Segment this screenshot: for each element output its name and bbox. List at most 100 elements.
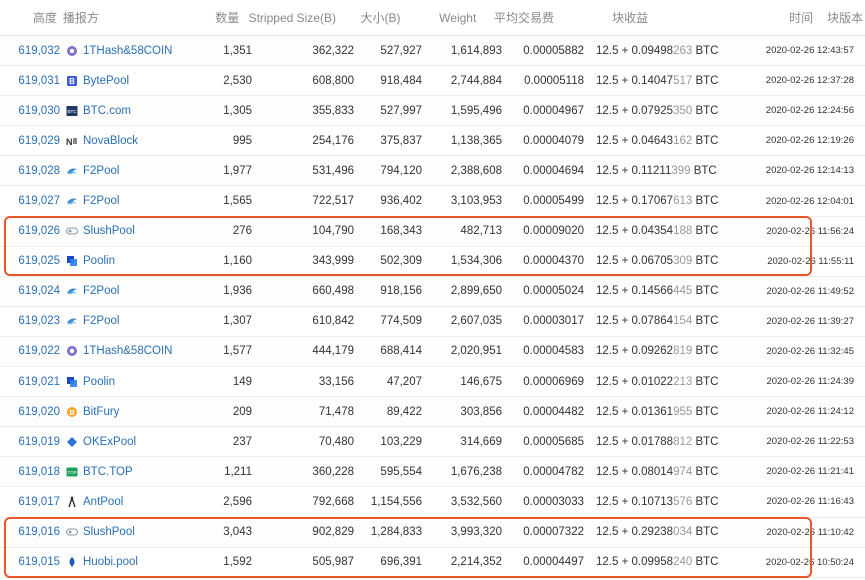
pool-cell[interactable]: B BytePool	[60, 75, 212, 87]
tx-count: 1,977	[223, 164, 252, 177]
table-header: 高度 播报方 数量 Stripped Size(B) 大小(B) Weight …	[0, 0, 865, 36]
reward-main: 12.5 + 0.04643	[596, 134, 674, 147]
pool-name[interactable]: 1THash&58COIN	[83, 45, 172, 57]
pool-name[interactable]: BitFury	[83, 406, 119, 418]
pool-name[interactable]: F2Pool	[83, 165, 119, 177]
pool-cell[interactable]: AntPool	[60, 495, 212, 508]
pool-cell[interactable]: F2Pool	[60, 195, 212, 207]
reward-main: 12.5 + 0.01361	[596, 405, 674, 418]
table-row: 619,031 B BytePool 2,530 608,800 918,484…	[0, 66, 865, 97]
block-height-link[interactable]: 619,019	[0, 436, 60, 448]
stripped-size: 444,179	[312, 345, 354, 358]
block-height-link[interactable]: 619,027	[0, 195, 60, 207]
block-height-link[interactable]: 619,029	[0, 135, 60, 147]
block-reward: 12.5 + 0.11211399 BTC	[584, 165, 717, 177]
table-row: 619,020 B BitFury 209 71,478 89,422 303,…	[0, 397, 865, 428]
avg-fee: 0.00005499	[523, 195, 584, 208]
pool-cell[interactable]: TOP BTC.TOP	[60, 466, 212, 478]
block-height-link[interactable]: 619,023	[0, 315, 60, 327]
block-size: 918,156	[380, 285, 422, 298]
pool-name[interactable]: BytePool	[83, 75, 129, 87]
block-reward: 12.5 + 0.04643162 BTC	[584, 134, 718, 147]
header-tx-count[interactable]: 数量	[201, 9, 239, 26]
f2pool-icon	[66, 165, 78, 177]
block-height-link[interactable]: 619,018	[0, 466, 60, 478]
antpool-icon	[66, 495, 78, 508]
reward-minor-digits: 812	[673, 435, 693, 448]
header-height[interactable]: 高度	[0, 9, 57, 26]
avg-fee: 0.00004583	[523, 345, 584, 358]
pool-name[interactable]: BTC.com	[83, 105, 131, 117]
block-height-link[interactable]: 619,028	[0, 165, 60, 177]
pool-cell[interactable]: B BitFury	[60, 406, 212, 418]
header-avg-fee[interactable]: 平均交易费	[476, 9, 554, 26]
pool-cell[interactable]: F2Pool	[60, 315, 212, 327]
block-height-link[interactable]: 619,031	[0, 75, 60, 87]
stripped-size: 660,498	[312, 285, 354, 298]
header-pool[interactable]: 播报方	[57, 9, 201, 26]
stripped-size: 70,480	[318, 435, 354, 448]
block-height-link[interactable]: 619,017	[0, 496, 60, 508]
pool-name[interactable]: AntPool	[83, 496, 123, 508]
block-reward: 12.5 + 0.14047517 BTC	[584, 74, 718, 87]
btctop-icon: TOP	[66, 466, 78, 478]
svg-text:B: B	[69, 77, 75, 86]
reward-main: 12.5 + 0.09262	[596, 345, 674, 358]
pool-cell[interactable]: F2Pool	[60, 165, 212, 177]
pool-cell[interactable]: 1THash&58COIN	[60, 45, 212, 57]
avg-fee: 0.00003017	[523, 315, 584, 328]
header-time[interactable]: 时间	[680, 9, 813, 26]
table-row: 619,022 1THash&58COIN 1,577 444,179 688,…	[0, 336, 865, 368]
avg-fee: 0.00005882	[523, 44, 584, 57]
pool-cell[interactable]: OKExPool	[60, 436, 212, 448]
block-reward: 12.5 + 0.09262819 BTC	[584, 345, 718, 358]
pool-name[interactable]: NovaBlock	[83, 135, 138, 147]
block-time: 2020-02-26 12:37:28	[765, 75, 854, 87]
pool-name[interactable]: Poolin	[83, 376, 115, 388]
pool-name[interactable]: F2Pool	[83, 195, 119, 207]
pool-cell[interactable]: BTC BTC.com	[60, 105, 212, 117]
pool-name[interactable]: 1THash&58COIN	[83, 345, 172, 357]
tx-count: 149	[232, 375, 252, 388]
block-size: 527,927	[380, 44, 422, 57]
block-weight: 314,669	[460, 435, 502, 448]
pool-name[interactable]: F2Pool	[83, 315, 119, 327]
block-height-link[interactable]: 619,021	[0, 376, 60, 388]
pool-cell[interactable]: 1THash&58COIN	[60, 345, 212, 357]
block-size: 794,120	[380, 164, 422, 177]
block-height-link[interactable]: 619,022	[0, 345, 60, 357]
avg-fee: 0.00005118	[524, 74, 584, 87]
block-time: 2020-02-26 12:14:13	[765, 165, 854, 177]
block-height-link[interactable]: 619,020	[0, 406, 60, 418]
pool-name[interactable]: OKExPool	[83, 436, 136, 448]
block-height-link[interactable]: 619,030	[0, 105, 60, 117]
avg-fee: 0.00004694	[523, 164, 584, 177]
header-size[interactable]: 大小(B)	[336, 9, 400, 26]
reward-main: 12.5 + 0.14047	[596, 74, 674, 87]
block-height-link[interactable]: 619,024	[0, 285, 60, 297]
pool-cell[interactable]: Poolin	[60, 376, 212, 388]
block-size: 1,154,556	[370, 495, 422, 508]
reward-minor-digits: 819	[673, 345, 693, 358]
header-stripped-size[interactable]: Stripped Size(B)	[239, 11, 336, 25]
reward-main: 12.5 + 0.08014	[596, 465, 674, 478]
reward-minor-digits: 162	[673, 134, 693, 147]
header-reward[interactable]: 块收益	[554, 9, 680, 26]
pool-cell[interactable]: N NovaBlock	[60, 135, 212, 147]
block-time: 2020-02-26 11:16:43	[766, 496, 854, 508]
reward-main: 12.5 + 0.09498	[596, 44, 674, 57]
header-version[interactable]: 块版本	[813, 9, 865, 26]
stripped-size: 531,496	[312, 164, 354, 177]
pool-cell[interactable]: F2Pool	[60, 285, 212, 297]
reward-minor-digits: 263	[673, 44, 693, 57]
table-row: 619,029 N NovaBlock 995 254,176 375,837 …	[0, 126, 865, 157]
block-height-link[interactable]: 619,032	[0, 45, 60, 57]
pool-name[interactable]: BTC.TOP	[83, 466, 133, 478]
okexpool-icon	[66, 436, 78, 448]
pool-name[interactable]: F2Pool	[83, 285, 119, 297]
avg-fee: 0.00004967	[523, 104, 584, 117]
block-weight: 2,899,650	[450, 285, 502, 298]
block-reward: 12.5 + 0.01361955 BTC	[584, 405, 718, 418]
table-row: 619,023 F2Pool 1,307 610,842 774,509 2,6…	[0, 307, 865, 337]
header-weight[interactable]: Weight	[400, 11, 476, 25]
